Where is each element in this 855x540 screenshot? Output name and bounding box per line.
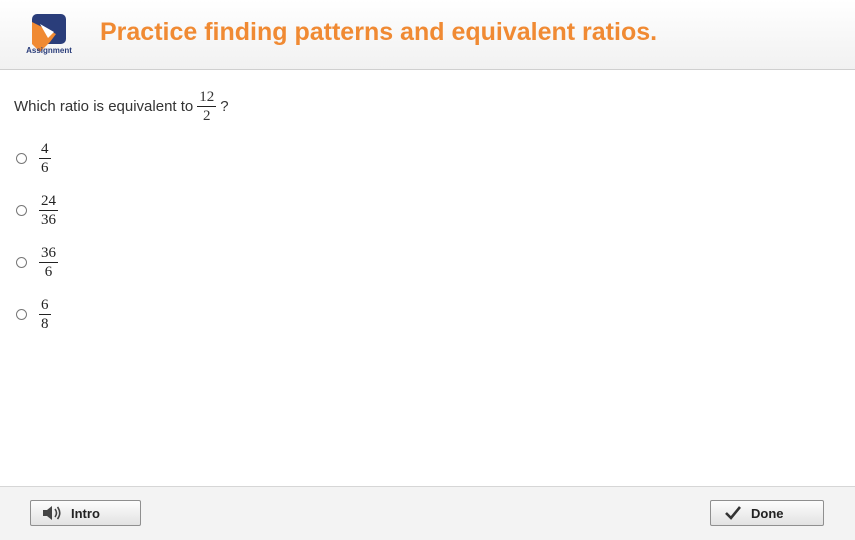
speaker-icon [41, 504, 63, 522]
done-label: Done [751, 505, 784, 521]
question-prompt: Which ratio is equivalent to 12 2 ? [14, 88, 229, 125]
option-fraction: 24 36 [39, 192, 58, 229]
fraction-denominator: 6 [41, 160, 49, 176]
fraction-denominator: 2 [203, 108, 211, 124]
footer-bar: Intro Done [0, 486, 855, 540]
option-fraction: 4 6 [39, 140, 51, 177]
checkmark-icon [725, 506, 741, 520]
option-fraction: 36 6 [39, 244, 58, 281]
radio-button[interactable] [16, 257, 27, 268]
radio-button[interactable] [16, 309, 27, 320]
answer-option-4[interactable]: 6 8 [16, 296, 55, 333]
radio-button[interactable] [16, 153, 27, 164]
option-fraction: 6 8 [39, 296, 51, 333]
fraction-denominator: 6 [44, 264, 53, 280]
answer-option-3[interactable]: 36 6 [16, 244, 62, 281]
intro-button[interactable]: Intro [30, 500, 141, 526]
radio-button[interactable] [16, 205, 27, 216]
intro-label: Intro [71, 505, 100, 521]
done-button[interactable]: Done [710, 500, 824, 526]
fraction-denominator: 8 [41, 316, 49, 332]
fraction-numerator: 4 [39, 141, 51, 159]
page-title: Practice finding patterns and equivalent… [100, 18, 658, 46]
fraction-numerator: 6 [39, 297, 51, 315]
question-text: Which ratio is equivalent to [14, 98, 194, 115]
question-fraction: 12 2 [197, 88, 217, 125]
logo-label: Assignment [26, 46, 72, 55]
fraction-denominator: 36 [41, 212, 56, 228]
answer-option-2[interactable]: 24 36 [16, 192, 62, 229]
header: Assignment Practice finding patterns and… [0, 0, 855, 70]
fraction-numerator: 24 [39, 193, 58, 211]
question-suffix: ? [220, 98, 229, 115]
fraction-numerator: 36 [39, 245, 58, 263]
fraction-numerator: 12 [197, 89, 217, 107]
answer-option-1[interactable]: 4 6 [16, 140, 55, 177]
